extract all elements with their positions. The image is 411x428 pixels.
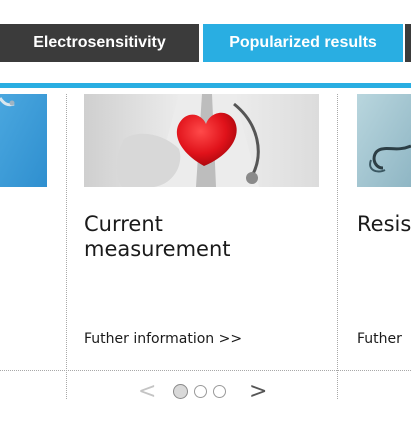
chevron-right-icon[interactable]: > bbox=[249, 380, 267, 404]
tab-label: Electrosensitivity bbox=[33, 34, 166, 51]
card-image bbox=[84, 94, 319, 187]
card-divider bbox=[337, 94, 338, 399]
carousel-pager: < > bbox=[0, 380, 411, 404]
further-information-link[interactable]: Futher information >> bbox=[84, 331, 242, 347]
doctor-holding-heart-photo bbox=[84, 94, 319, 187]
card-title-line: Current bbox=[84, 212, 163, 236]
pager-dot-3[interactable] bbox=[213, 385, 226, 398]
further-information-link[interactable]: Futher bbox=[357, 331, 402, 347]
chevron-left-icon[interactable]: < bbox=[138, 380, 156, 404]
pager-dot-1[interactable] bbox=[173, 384, 188, 399]
carousel: Current measurement Futher information >… bbox=[0, 68, 411, 399]
tab-label: Popularized results bbox=[229, 34, 377, 51]
carousel-bottom-rule bbox=[0, 370, 411, 371]
card-image bbox=[357, 94, 411, 187]
pager-dot-2[interactable] bbox=[194, 385, 207, 398]
card-image bbox=[0, 94, 47, 187]
tab-next-partial[interactable] bbox=[405, 24, 411, 62]
card-title-line: measurement bbox=[84, 237, 231, 261]
card-title-line: Resis bbox=[357, 212, 411, 236]
tab-bar: Electrosensitivity Popularized results bbox=[0, 20, 411, 88]
card-divider bbox=[66, 94, 67, 399]
stethoscope-on-blue-photo bbox=[0, 94, 47, 187]
stethoscope-on-teal-photo bbox=[357, 94, 411, 187]
tab-electrosensitivity[interactable]: Electrosensitivity bbox=[0, 24, 199, 62]
tab-popularized-results[interactable]: Popularized results bbox=[203, 24, 403, 62]
